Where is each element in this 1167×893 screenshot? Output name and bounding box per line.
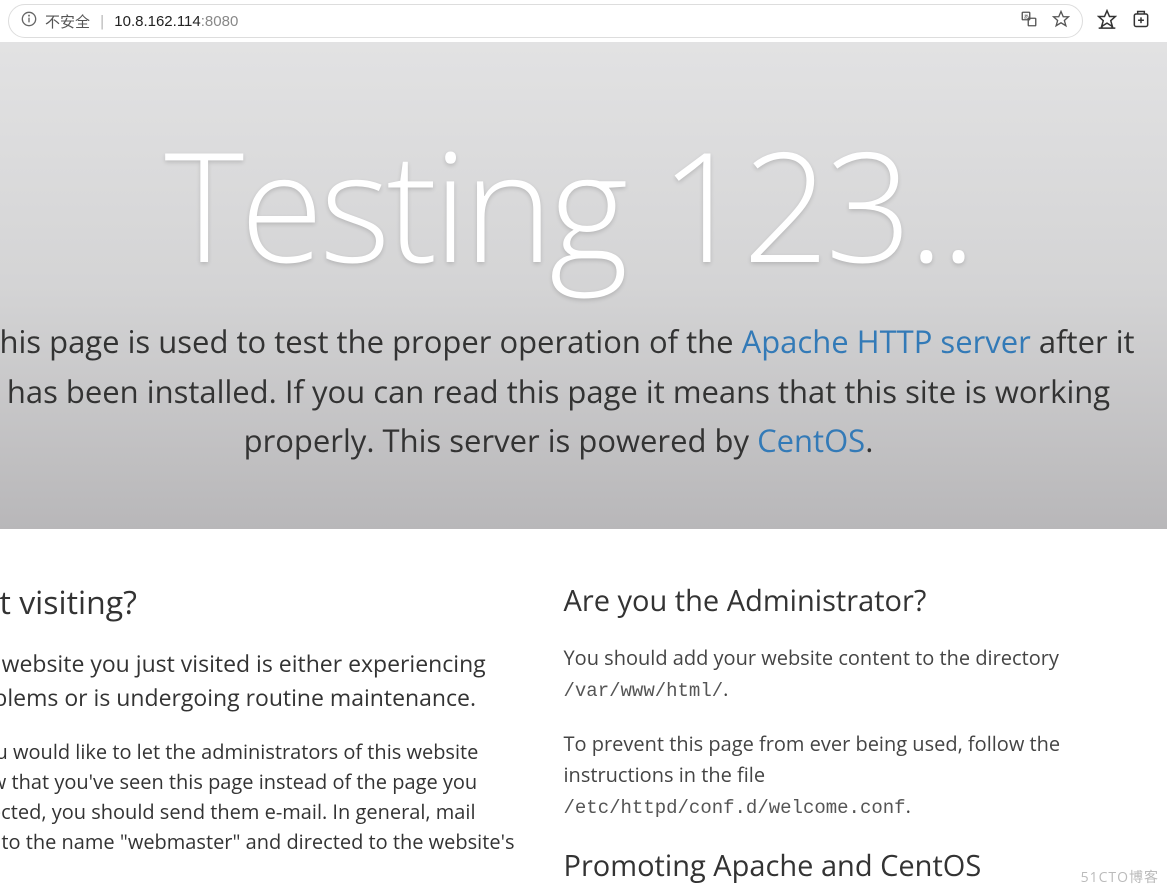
admin-heading: Are you the Administrator? — [564, 581, 1094, 620]
visitor-paragraph-1: The website you just visited is either e… — [0, 646, 516, 715]
admin-column: Are you the Administrator? You should ad… — [540, 581, 1124, 893]
insecure-label: 不安全 — [45, 11, 90, 32]
separator: | — [98, 11, 106, 31]
hero-banner: Testing 123.. This page is used to test … — [0, 42, 1167, 529]
watermark-text: 51CTO博客 — [1081, 867, 1159, 887]
url-host: 10.8.162.114 — [114, 13, 200, 30]
docroot-path: /var/www/html/ — [564, 680, 724, 702]
info-icon[interactable] — [21, 11, 37, 32]
hero-description: This page is used to test the proper ope… — [0, 318, 1167, 467]
apache-link[interactable]: Apache HTTP server — [742, 321, 1031, 363]
translate-icon[interactable]: あ — [1020, 10, 1038, 33]
admin-paragraph-2: To prevent this page from ever being use… — [564, 728, 1094, 823]
address-bar[interactable]: 不安全 | 10.8.162.114:8080 あ — [8, 4, 1083, 38]
admin-paragraph-1: You should add your website content to t… — [564, 642, 1094, 706]
content-columns: Just visiting? The website you just visi… — [0, 529, 1167, 893]
visitor-column: Just visiting? The website you just visi… — [0, 581, 540, 893]
favorites-icon[interactable] — [1097, 9, 1117, 34]
visitor-heading: Just visiting? — [0, 581, 516, 624]
page-title: Testing 123.. — [0, 128, 1167, 280]
toolbar-icons — [1089, 9, 1159, 34]
svg-text:あ: あ — [1024, 12, 1029, 20]
welcome-conf-path: /etc/httpd/conf.d/welcome.conf — [564, 797, 906, 819]
centos-link[interactable]: CentOS — [757, 420, 865, 462]
url-text: 10.8.162.114:8080 — [114, 13, 238, 30]
promoting-heading: Promoting Apache and CentOS — [564, 846, 1094, 885]
url-port: :8080 — [201, 13, 239, 30]
collections-icon[interactable] — [1131, 9, 1151, 34]
visitor-paragraph-2: If you would like to let the administrat… — [0, 737, 516, 857]
browser-address-bar-row: 不安全 | 10.8.162.114:8080 あ — [0, 0, 1167, 42]
bookmark-star-icon[interactable] — [1052, 10, 1070, 33]
